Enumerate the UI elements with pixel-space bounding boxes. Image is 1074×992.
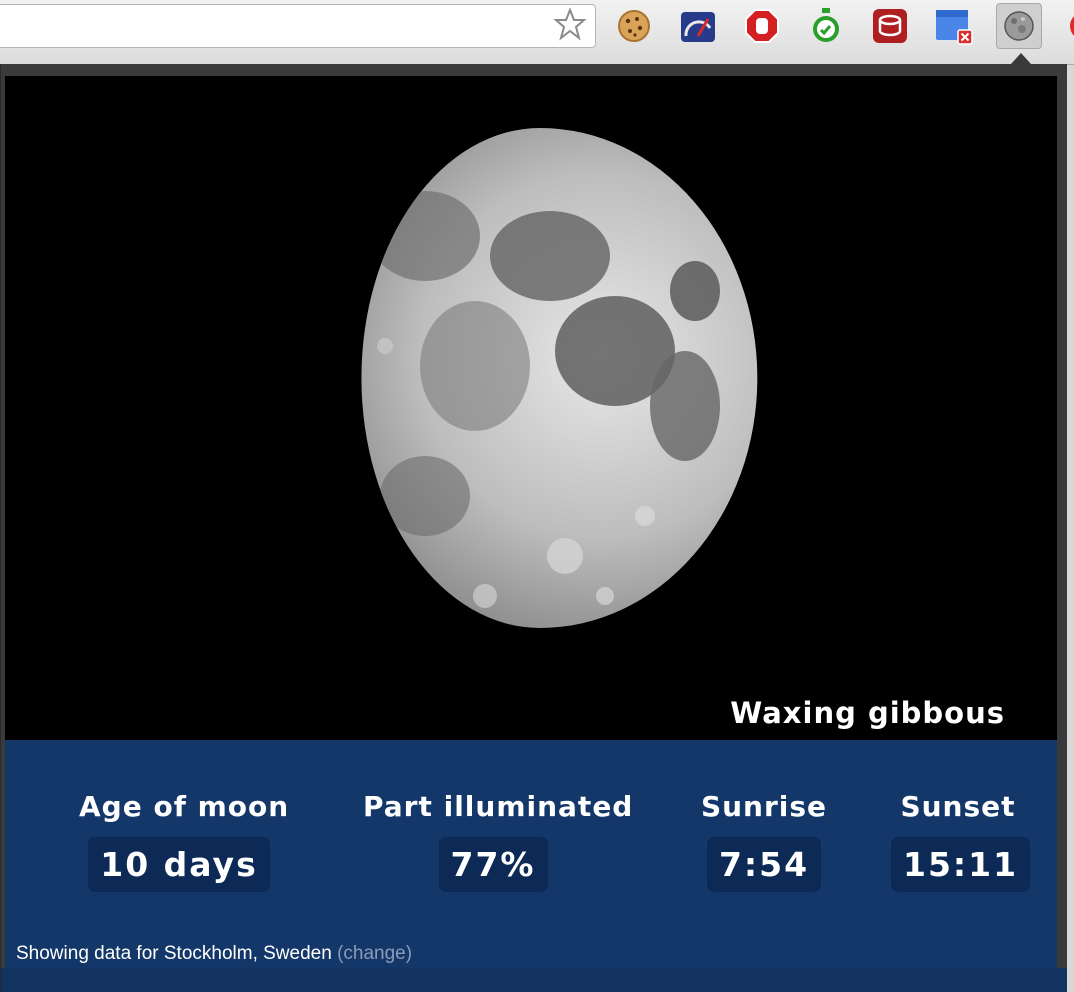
stat-label: Sunrise — [700, 790, 828, 823]
moon-popup: Waxing gibbous Age of moon 10 days Part … — [0, 64, 1067, 992]
moon-info-panel: Age of moon 10 days Part illuminated 77%… — [5, 740, 1057, 968]
stat-label: Age of moon — [79, 790, 290, 823]
browser-toolbar — [0, 0, 1074, 65]
location-line: Showing data for Stockholm, Sweden (chan… — [16, 943, 412, 965]
stat-value: 15:11 — [891, 837, 1031, 892]
moon-photo: Waxing gibbous — [5, 76, 1057, 740]
stat-sunset: Sunset 15:11 — [891, 790, 1031, 892]
moon-phase-label: Waxing gibbous — [730, 696, 1005, 730]
cookie-extension-icon[interactable] — [614, 6, 654, 46]
red-extension-icon[interactable] — [1056, 6, 1074, 46]
location-text: Showing data for Stockholm, Sweden — [16, 943, 332, 964]
stat-sunrise: Sunrise 7:54 — [699, 790, 829, 892]
stat-value: 10 days — [88, 837, 270, 892]
popup-pointer — [1011, 53, 1031, 64]
change-location-link[interactable]: (change) — [337, 943, 412, 964]
adblock-extension-icon[interactable] — [742, 6, 782, 46]
stat-value: 77% — [438, 837, 548, 892]
popup-bottom-strip — [1, 968, 1067, 992]
calendar-extension-icon[interactable] — [934, 6, 974, 46]
stat-value: 7:54 — [706, 837, 822, 892]
stat-part-illuminated: Part illuminated 77% — [363, 790, 634, 892]
address-bar[interactable] — [0, 4, 596, 48]
moon-extension-icon[interactable] — [996, 3, 1042, 49]
bookmark-star-icon[interactable] — [553, 7, 587, 41]
speed-dial-extension-icon[interactable] — [678, 6, 718, 46]
stat-label: Part illuminated — [363, 790, 634, 823]
database-extension-icon[interactable] — [870, 6, 910, 46]
stat-label: Sunset — [900, 790, 1016, 823]
moon-image — [361, 128, 758, 628]
stat-age-of-moon: Age of moon 10 days — [79, 790, 290, 892]
stopwatch-extension-icon[interactable] — [806, 6, 846, 46]
